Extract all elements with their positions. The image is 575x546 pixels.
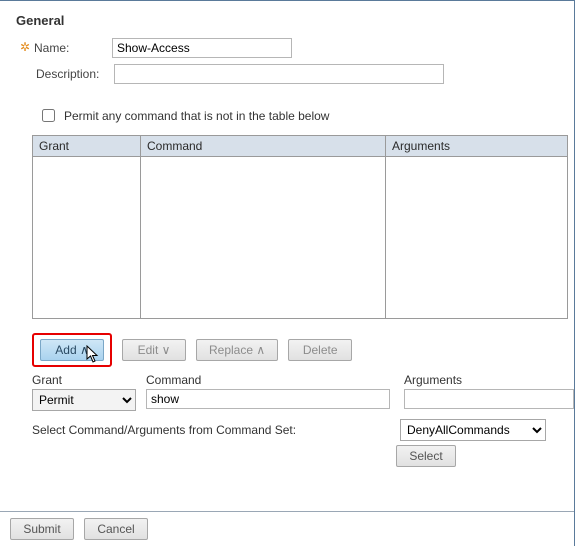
select-button[interactable]: Select xyxy=(396,445,456,467)
replace-button[interactable]: Replace ∧ xyxy=(196,339,278,361)
col-header-command[interactable]: Command xyxy=(141,136,386,157)
footer: Submit Cancel xyxy=(0,511,574,546)
permit-any-label: Permit any command that is not in the ta… xyxy=(64,109,329,123)
col-header-arguments[interactable]: Arguments xyxy=(386,136,568,157)
highlight-add: Add ∧ xyxy=(32,333,112,367)
command-input[interactable] xyxy=(146,389,390,409)
permit-any-checkbox[interactable] xyxy=(42,109,55,122)
add-button[interactable]: Add ∧ xyxy=(40,339,104,361)
cmdset-select[interactable]: DenyAllCommands xyxy=(400,419,546,441)
entry-arguments-label: Arguments xyxy=(404,373,574,387)
section-title: General xyxy=(16,13,562,28)
table-cell-command[interactable] xyxy=(141,157,386,319)
table-row xyxy=(33,157,568,319)
name-input[interactable] xyxy=(112,38,292,58)
col-header-grant[interactable]: Grant xyxy=(33,136,141,157)
submit-button[interactable]: Submit xyxy=(10,518,74,540)
cmdset-label: Select Command/Arguments from Command Se… xyxy=(32,423,396,437)
gear-icon: ✲ xyxy=(20,42,30,52)
name-label: Name: xyxy=(34,41,112,55)
table-toolbar: Add ∧ Edit ∨ Replace ∧ Delete xyxy=(32,333,562,367)
edit-button[interactable]: Edit ∨ xyxy=(122,339,186,361)
description-label: Description: xyxy=(36,67,114,81)
grant-select[interactable]: Permit xyxy=(32,389,136,411)
arguments-input[interactable] xyxy=(404,389,574,409)
entry-command-label: Command xyxy=(146,373,400,387)
description-input[interactable] xyxy=(114,64,444,84)
table-cell-arguments[interactable] xyxy=(386,157,568,319)
cancel-button[interactable]: Cancel xyxy=(84,518,148,540)
entry-grant-label: Grant xyxy=(32,373,142,387)
delete-button[interactable]: Delete xyxy=(288,339,352,361)
command-table: Grant Command Arguments xyxy=(32,135,562,319)
table-cell-grant[interactable] xyxy=(33,157,141,319)
